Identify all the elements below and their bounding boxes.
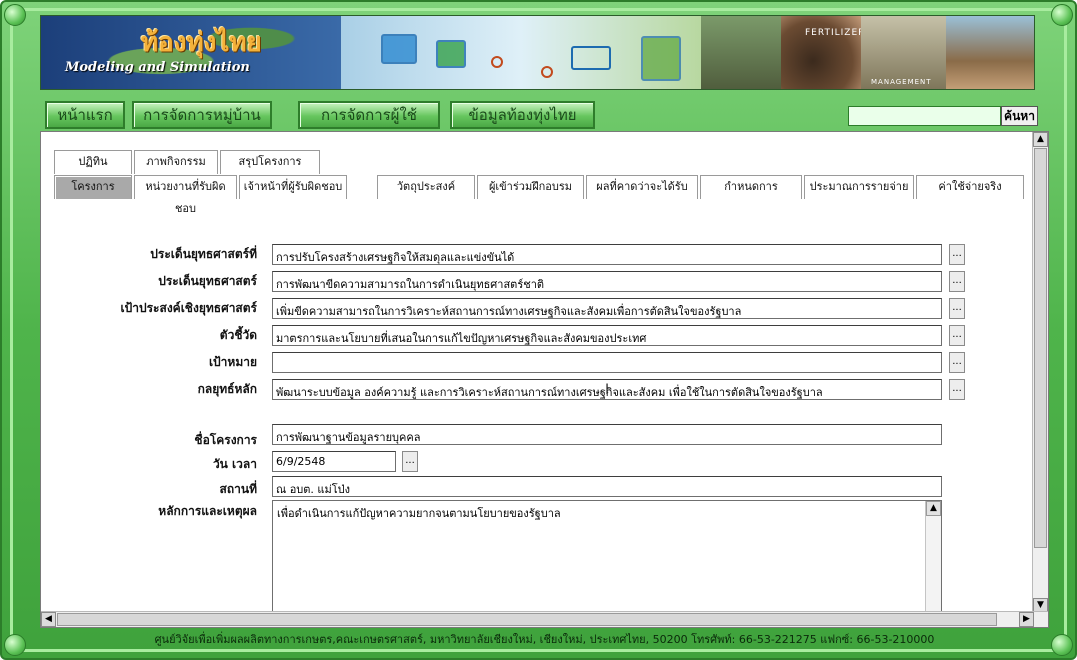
strategic-issue-no-lookup-button[interactable]: ... xyxy=(949,244,965,265)
main-nav: หน้าแรก การจัดการหมู่บ้าน การจัดการผู้ใช… xyxy=(40,101,1038,129)
nav-users-button[interactable]: การจัดการผู้ใช้ xyxy=(298,101,440,129)
site-banner: FERTILIZERS MANAGEMENT ท้องทุ่งไทย Model… xyxy=(40,15,1035,90)
search-input[interactable] xyxy=(848,106,1001,126)
flow-node xyxy=(641,36,681,81)
indicator-label: ตัวชี้วัด xyxy=(219,328,257,342)
main-strategy-lookup-button[interactable]: ... xyxy=(949,379,965,400)
corner-ornament-br xyxy=(1051,634,1073,656)
project-name-label: ชื่อโครงการ xyxy=(194,433,257,447)
main-strategy-label: กลยุทธ์หลัก xyxy=(197,382,257,396)
tab-objectives[interactable]: วัตถุประสงค์ xyxy=(377,175,475,199)
rationale-text: เพื่อดำเนินการแก้ปัญหาความยากจนตามนโยบาย… xyxy=(277,507,561,520)
target-label: เป้าหมาย xyxy=(208,355,257,369)
tab-schedule[interactable]: กำหนดการ xyxy=(700,175,802,199)
rationale-scrollbar[interactable]: ▲ xyxy=(925,501,941,614)
tab-calendar[interactable]: ปฏิทิน xyxy=(54,150,132,174)
horizontal-scroll-thumb[interactable] xyxy=(57,613,997,626)
tab-project-summary[interactable]: สรุปโครงการ xyxy=(220,150,320,174)
place-label: สถานที่ xyxy=(219,482,257,496)
search-button[interactable]: ค้นหา xyxy=(1001,106,1038,126)
nav-info-button[interactable]: ข้อมูลท้องทุ่งไทย xyxy=(450,101,595,129)
scroll-left-icon[interactable]: ◀ xyxy=(41,612,56,627)
tab-estimated-expenses[interactable]: ประมาณการรายจ่าย xyxy=(804,175,914,199)
rationale-label: หลักการและเหตุผล xyxy=(158,504,257,518)
strategic-issue-lookup-button[interactable]: ... xyxy=(949,271,965,292)
banner-photo-elder xyxy=(946,16,1034,89)
strategic-goal-lookup-button[interactable]: ... xyxy=(949,298,965,319)
datetime-label: วัน เวลา xyxy=(212,457,257,471)
strategic-issue-no-field[interactable]: การปรับโครงสร้างเศรษฐกิจให้สมดุลและแข่งข… xyxy=(272,244,942,265)
target-field[interactable] xyxy=(272,352,942,373)
corner-ornament-tr xyxy=(1051,4,1073,26)
tab-responsible-staff[interactable]: เจ้าหน้าที่ผู้รับผิดชอบ xyxy=(239,175,347,199)
text-cursor-icon: I xyxy=(605,382,610,398)
strategic-issue-field[interactable]: การพัฒนาขีดความสามารถในการดำเนินยุทธศาสต… xyxy=(272,271,942,292)
strategic-issue-no-label: ประเด็นยุทธศาสตร์ที่ xyxy=(150,247,257,261)
nav-home-button[interactable]: หน้าแรก xyxy=(45,101,125,129)
datetime-picker-button[interactable]: ... xyxy=(402,451,418,472)
tab-responsible-agency[interactable]: หน่วยงานที่รับผิดชอบ xyxy=(134,175,237,215)
strategic-goal-field[interactable]: เพิ่มขีดความสามารถในการวิเคราะห์สถานการณ… xyxy=(272,298,942,319)
banner-photo-farmer xyxy=(701,16,781,89)
banner-photo-chicken: MANAGEMENT xyxy=(861,16,946,89)
datetime-field[interactable]: 6/9/2548 xyxy=(272,451,396,472)
indicator-lookup-button[interactable]: ... xyxy=(949,325,965,346)
tab-actual-expenses[interactable]: ค่าใช้จ่ายจริง xyxy=(916,175,1024,199)
tab-activity-photos[interactable]: ภาพกิจกรรม xyxy=(134,150,218,174)
nav-village-button[interactable]: การจัดการหมู่บ้าน xyxy=(132,101,272,129)
corner-ornament-bl xyxy=(4,634,26,656)
tab-expected-results[interactable]: ผลที่คาดว่าจะได้รับ xyxy=(586,175,698,199)
vertical-scrollbar[interactable]: ▲ ▼ xyxy=(1032,132,1048,613)
flow-dot xyxy=(541,66,553,78)
tab-trainees[interactable]: ผู้เข้าร่วมฝึกอบรม xyxy=(477,175,584,199)
flow-dot xyxy=(491,56,503,68)
banner-photo-fertilizer: FERTILIZERS xyxy=(781,16,871,89)
banner-subtitle: Modeling and Simulation xyxy=(65,60,250,75)
content-panel: ปฏิทิน ภาพกิจกรรม สรุปโครงการ โครงการ หน… xyxy=(40,131,1049,628)
vertical-scroll-thumb[interactable] xyxy=(1034,148,1047,548)
place-field[interactable]: ณ อบต. แม่โป่ง xyxy=(272,476,942,497)
indicator-field[interactable]: มาตรการและนโยบายที่เสนอในการแก้ไขปัญหาเศ… xyxy=(272,325,942,346)
footer-contact: ศูนย์วิจัยเพื่อเพิ่มผลผลิตทางการเกษตร,คณ… xyxy=(154,633,935,646)
scroll-right-icon[interactable]: ▶ xyxy=(1019,612,1034,627)
horizontal-scrollbar[interactable]: ◀ ▶ xyxy=(41,611,1048,627)
corner-ornament-tl xyxy=(4,4,26,26)
strategic-issue-label: ประเด็นยุทธศาสตร์ xyxy=(158,274,257,288)
photo-stamp-management: MANAGEMENT xyxy=(871,78,932,86)
rationale-scroll-up-icon[interactable]: ▲ xyxy=(926,501,941,516)
flow-node xyxy=(571,46,611,70)
rationale-textarea[interactable]: เพื่อดำเนินการแก้ปัญหาความยากจนตามนโยบาย… xyxy=(272,500,942,615)
flow-node xyxy=(381,34,417,64)
banner-title: ท้องทุ่งไทย xyxy=(141,28,262,58)
flow-node xyxy=(436,40,466,68)
project-name-field[interactable]: การพัฒนาฐานข้อมูลรายบุคคล xyxy=(272,424,942,445)
banner-flow-diagram xyxy=(341,16,701,89)
strategic-goal-label: เป้าประสงค์เชิงยุทธศาสตร์ xyxy=(120,301,257,315)
tab-project[interactable]: โครงการ xyxy=(54,175,132,199)
scroll-up-icon[interactable]: ▲ xyxy=(1033,132,1048,147)
target-lookup-button[interactable]: ... xyxy=(949,352,965,373)
